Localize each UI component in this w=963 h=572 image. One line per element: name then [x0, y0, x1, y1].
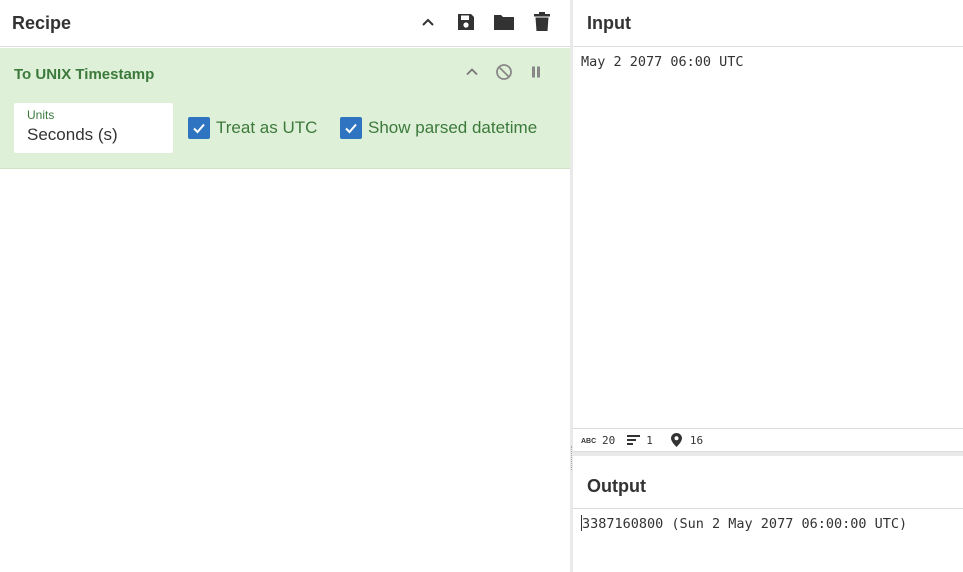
- show-parsed-datetime-checkbox[interactable]: Show parsed datetime: [340, 117, 537, 139]
- chevron-up-icon[interactable]: [462, 62, 482, 82]
- operation-controls: [462, 62, 546, 82]
- recipe-toolbar: [416, 10, 554, 34]
- save-icon[interactable]: [454, 10, 478, 34]
- cursor-position: 16: [670, 433, 703, 447]
- io-pane: Input May 2 2077 06:00 UTC ABC 20 1 16 O…: [573, 0, 963, 572]
- abc-icon: ABC: [581, 438, 596, 444]
- char-count: ABC 20: [581, 433, 616, 447]
- recipe-pane: Recipe To UNIX Timestamp Units Seconds (…: [0, 0, 570, 572]
- output-header: Output: [573, 456, 963, 509]
- output-title: Output: [587, 476, 646, 496]
- show-parsed-datetime-label: Show parsed datetime: [368, 118, 538, 137]
- disable-icon[interactable]: [494, 62, 514, 82]
- input-title: Input: [587, 12, 631, 33]
- checkbox-checked-icon[interactable]: [340, 117, 362, 139]
- input-status-bar: ABC 20 1 16: [573, 428, 963, 452]
- output-textarea[interactable]: 3387160800 (Sun 2 May 2077 06:00:00 UTC): [581, 515, 907, 532]
- chevron-up-icon[interactable]: [416, 10, 440, 34]
- checkbox-checked-icon[interactable]: [188, 117, 210, 139]
- units-label: Units: [27, 108, 55, 122]
- lines-icon: [627, 435, 641, 445]
- treat-as-utc-checkbox[interactable]: Treat as UTC: [188, 117, 317, 139]
- operation-title: To UNIX Timestamp: [14, 66, 155, 83]
- output-text: 3387160800 (Sun 2 May 2077 06:00:00 UTC): [582, 516, 908, 532]
- units-value: Seconds (s): [27, 125, 118, 144]
- location-pin-icon: [670, 433, 682, 447]
- folder-icon[interactable]: [492, 10, 516, 34]
- input-textarea[interactable]: May 2 2077 06:00 UTC: [581, 54, 744, 70]
- trash-icon[interactable]: [530, 10, 554, 34]
- input-header: Input: [573, 0, 963, 47]
- line-count: 1: [627, 434, 653, 447]
- units-select[interactable]: Units Seconds (s): [14, 103, 173, 153]
- svg-text:ABC: ABC: [581, 438, 596, 444]
- pause-icon[interactable]: [526, 62, 546, 82]
- recipe-title: Recipe: [12, 12, 72, 33]
- operation-to-unix-timestamp: To UNIX Timestamp Units Seconds (s) Trea…: [0, 48, 570, 169]
- treat-as-utc-label: Treat as UTC: [216, 118, 318, 137]
